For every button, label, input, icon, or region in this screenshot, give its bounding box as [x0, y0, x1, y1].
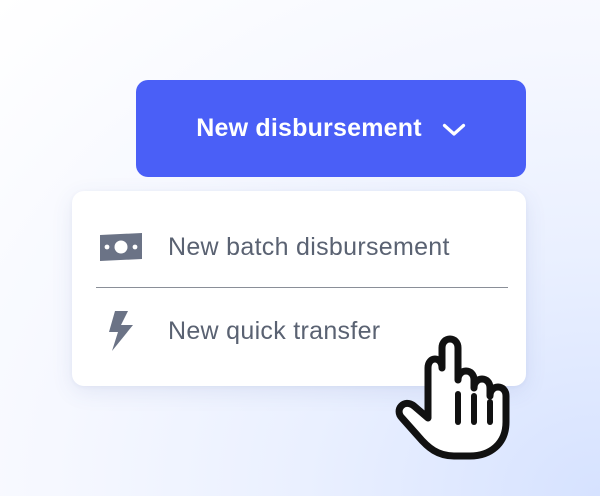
hand-pointer-icon — [392, 328, 524, 460]
lightning-icon — [98, 308, 144, 354]
new-disbursement-button[interactable]: New disbursement — [136, 80, 526, 177]
new-disbursement-label: New disbursement — [196, 114, 422, 142]
banknote-icon — [98, 224, 144, 270]
menu-item-label: New batch disbursement — [168, 232, 450, 261]
menu-item-label: New quick transfer — [168, 316, 381, 345]
menu-divider — [96, 287, 508, 288]
chevron-down-icon — [442, 123, 466, 137]
menu-item-new-batch-disbursement[interactable]: New batch disbursement — [72, 207, 526, 287]
